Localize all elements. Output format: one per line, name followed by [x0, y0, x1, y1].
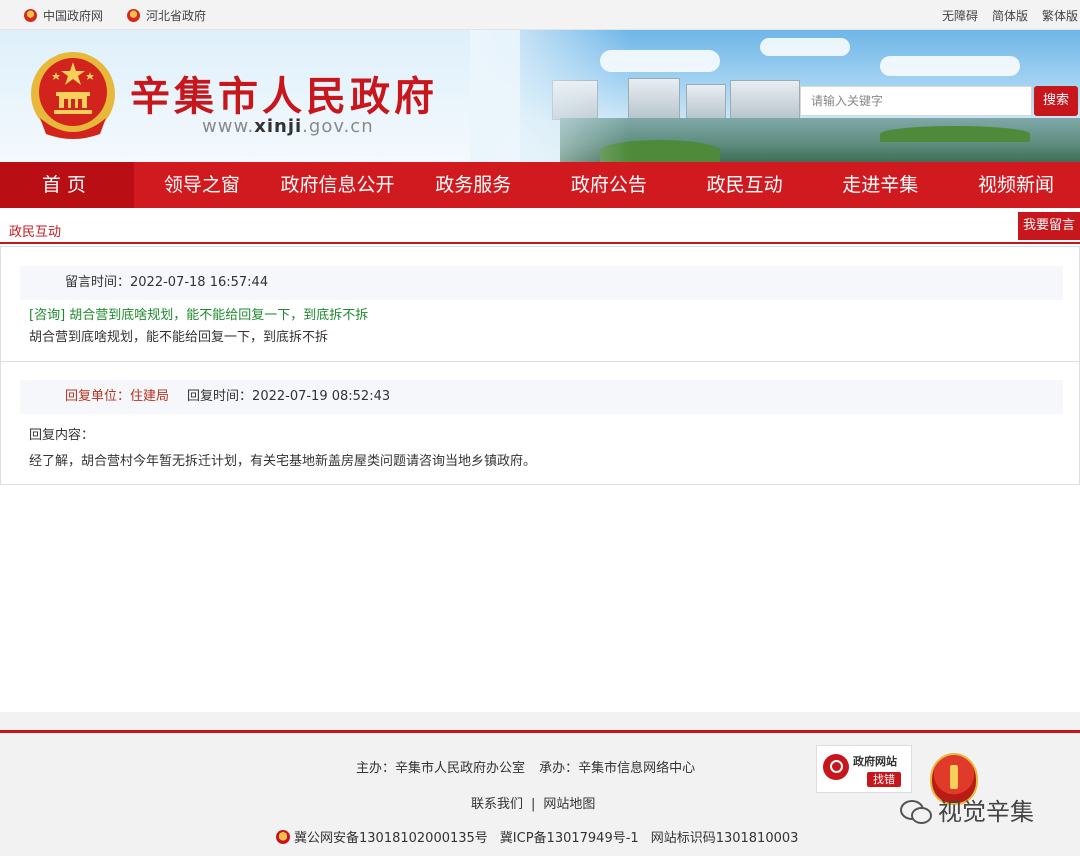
breadcrumb-current[interactable]: 政民互动 — [9, 221, 61, 240]
traditional-chinese-link[interactable]: 繁体版 — [1042, 7, 1078, 24]
top-bar: 中国政府网 河北省政府 无障碍 简体版 繁体版 — [0, 0, 1080, 30]
link-china-gov-label: 中国政府网 — [43, 8, 104, 23]
top-links-left: 中国政府网 河北省政府 — [24, 0, 230, 30]
top-links-right: 无障碍 简体版 繁体版 — [928, 0, 1078, 30]
footer-registration: 冀公网安备13018102000135号 冀ICP备13017949号-1 网站… — [276, 827, 798, 846]
reply-content: 经了解，胡合营村今年暂无拆迁计划，有关宅基地新盖房屋类问题请咨询当地乡镇政府。 — [29, 454, 537, 469]
national-emblem-icon — [127, 8, 141, 22]
wechat-watermark: 视觉辛集 — [900, 792, 1034, 827]
message-time-value: 2022-07-18 16:57:44 — [130, 275, 269, 290]
cloud-shape — [760, 38, 850, 56]
message-box: 留言时间：2022-07-18 16:57:44 [咨询] 胡合营到底啥规划，能… — [0, 246, 1080, 362]
footer-links: 联系我们 | 网站地图 — [471, 793, 595, 812]
cloud-shape — [880, 56, 1020, 76]
accessibility-link[interactable]: 无障碍 — [942, 7, 978, 24]
link-hebei-gov-label: 河北省政府 — [146, 8, 207, 23]
national-emblem-icon — [31, 52, 115, 139]
contact-us-link[interactable]: 联系我们 — [471, 797, 523, 812]
site-title: 辛集市人民政府 — [130, 73, 438, 120]
building-shape — [628, 78, 680, 120]
message-body: 胡合营到底啥规划，能不能给回复一下，到底拆不拆 — [29, 330, 329, 345]
building-shape — [686, 84, 726, 120]
footer-separator: | — [531, 797, 536, 812]
reply-time: 回复时间：2022-07-19 08:52:43 — [187, 389, 391, 404]
nav-item-announcements[interactable]: 政府公告 — [541, 162, 677, 208]
message-time-label: 留言时间： — [65, 275, 131, 290]
footer-undertake: 承办：辛集市信息网络中心 — [539, 761, 696, 776]
leave-message-button[interactable]: 我要留言 — [1018, 212, 1080, 240]
police-record[interactable]: 冀公网安备13018102000135号 — [294, 827, 488, 846]
national-emblem-icon — [24, 8, 37, 22]
icp-record[interactable]: 冀ICP备13017949号-1 — [500, 827, 639, 846]
footer-spacer — [0, 712, 1080, 730]
banner-fade — [470, 30, 630, 162]
breadcrumb: 政民互动 我要留言 — [0, 208, 1080, 244]
link-hebei-gov[interactable]: 河北省政府 — [127, 7, 206, 24]
reply-content-label: 回复内容： — [29, 428, 95, 443]
footer-sponsor: 主办：辛集市人民政府办公室 承办：辛集市信息网络中心 — [356, 757, 705, 776]
reply-unit: 回复单位：住建局 — [65, 389, 170, 404]
nav-item-about-xinji[interactable]: 走进辛集 — [812, 162, 948, 208]
link-china-gov[interactable]: 中国政府网 — [24, 7, 103, 24]
site-header: 辛集市人民政府 www.xinji.gov.cn 请输入关键字 搜索 — [0, 30, 1080, 162]
building-shape — [730, 80, 800, 120]
nav-item-gov-info[interactable]: 政府信息公开 — [270, 162, 406, 208]
main-nav: 首页 领导之窗 政府信息公开 政务服务 政府公告 政民互动 走进辛集 视频新闻 — [0, 162, 1080, 208]
wechat-icon — [900, 798, 932, 824]
message-title: [咨询] 胡合营到底啥规划，能不能给回复一下，到底拆不拆 — [29, 308, 369, 323]
nav-item-interaction[interactable]: 政民互动 — [677, 162, 813, 208]
message-meta: 留言时间：2022-07-18 16:57:44 — [20, 266, 1063, 300]
nav-item-leaders[interactable]: 领导之窗 — [134, 162, 270, 208]
nav-item-services[interactable]: 政务服务 — [405, 162, 541, 208]
site-url: www.xinji.gov.cn — [202, 116, 374, 137]
search-button[interactable]: 搜索 — [1034, 86, 1078, 116]
watermark-text: 视觉辛集 — [938, 798, 1034, 826]
trees-shape — [880, 126, 1030, 142]
find-error-title: 政府网站 — [853, 755, 897, 768]
footer-host: 主办：辛集市人民政府办公室 — [356, 761, 526, 776]
sitemap-link[interactable]: 网站地图 — [543, 797, 595, 812]
police-badge-icon — [276, 829, 290, 844]
magnifier-icon — [823, 754, 849, 780]
reply-meta: 回复单位：住建局 回复时间：2022-07-19 08:52:43 — [20, 380, 1063, 414]
search-input[interactable]: 请输入关键字 — [800, 86, 1032, 116]
simplified-chinese-link[interactable]: 简体版 — [992, 7, 1028, 24]
find-error-badge[interactable]: 政府网站 找错 — [816, 745, 912, 793]
site-code: 网站标识码1301810003 — [650, 831, 799, 846]
reply-box: 回复单位：住建局 回复时间：2022-07-19 08:52:43 回复内容： 经… — [0, 362, 1080, 485]
nav-item-video-news[interactable]: 视频新闻 — [948, 162, 1080, 208]
nav-item-home[interactable]: 首页 — [0, 162, 134, 208]
find-error-action: 找错 — [867, 772, 901, 787]
